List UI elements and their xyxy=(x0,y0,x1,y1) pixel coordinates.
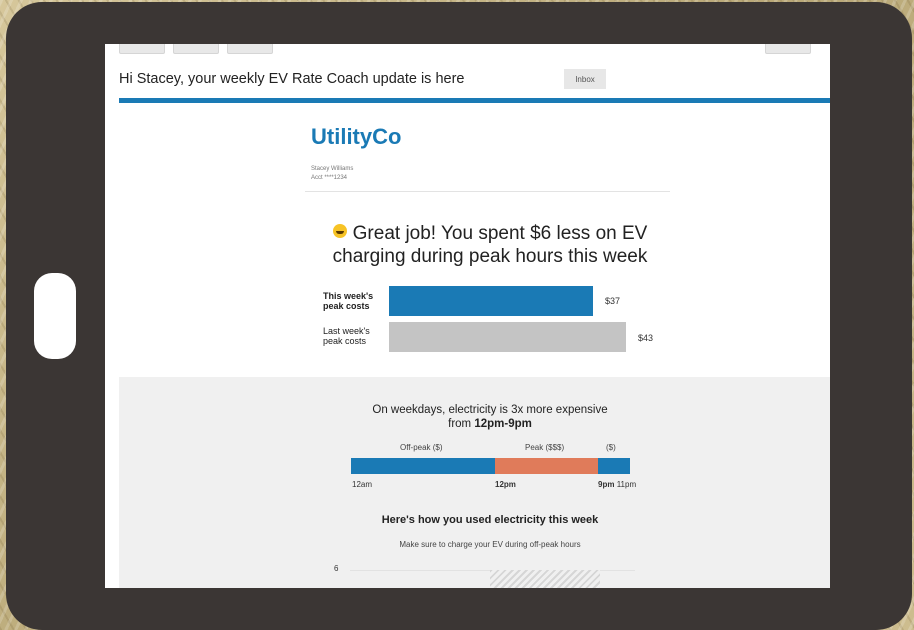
inbox-label[interactable]: Inbox xyxy=(564,69,606,89)
home-button[interactable] xyxy=(34,273,76,359)
evening-label: ($) xyxy=(606,443,616,452)
peak-hatch-area xyxy=(490,570,600,588)
email-screen: Hi Stacey, your weekly EV Rate Coach upd… xyxy=(105,44,830,588)
brand-logo: UtilityCo xyxy=(311,124,402,149)
peak-label: Peak ($$$) xyxy=(525,443,565,452)
customer-name: Stacey Williams xyxy=(311,166,354,172)
toolbar-button[interactable] xyxy=(119,44,165,54)
toolbar-button[interactable] xyxy=(227,44,273,54)
this-week-value: $37 xyxy=(605,296,621,306)
headline-line1: Great job! You spent $6 less on EV xyxy=(352,223,648,244)
this-week-bar xyxy=(389,286,593,316)
email-subject: Hi Stacey, your weekly EV Rate Coach upd… xyxy=(119,71,465,87)
usage-title: Here's how you used electricity this wee… xyxy=(381,514,599,526)
tou-title: On weekdays, electricity is 3x more expe… xyxy=(372,404,608,430)
usage-subtitle: Make sure to charge your EV during off-p… xyxy=(399,540,581,549)
pager-button[interactable] xyxy=(765,44,811,54)
account-number: Acct ****1234 xyxy=(311,175,348,181)
divider xyxy=(305,191,670,192)
last-week-value: $43 xyxy=(638,333,654,343)
last-week-label: Last week's peak costs xyxy=(323,326,370,346)
offpeak-label: Off-peak ($) xyxy=(400,443,443,452)
offpeak-segment xyxy=(351,458,495,474)
headline-line2: charging during peak hours this week xyxy=(332,246,648,267)
peak-segment xyxy=(495,458,598,474)
last-week-bar xyxy=(389,322,626,352)
toolbar xyxy=(105,44,830,56)
toolbar-button[interactable] xyxy=(173,44,219,54)
evening-offpeak-segment xyxy=(598,458,630,474)
usage-y-tick: 6 xyxy=(334,564,339,573)
tick-start: 12am xyxy=(352,480,373,489)
tick-peak-end: 9pm 11pm xyxy=(598,480,637,489)
headline: Great job! You spent $6 less on EV charg… xyxy=(310,222,670,268)
this-week-label: This week's peak costs xyxy=(323,291,374,311)
tick-peak-start: 12pm xyxy=(495,480,516,489)
smiley-icon xyxy=(332,224,347,238)
header-divider xyxy=(119,98,830,103)
